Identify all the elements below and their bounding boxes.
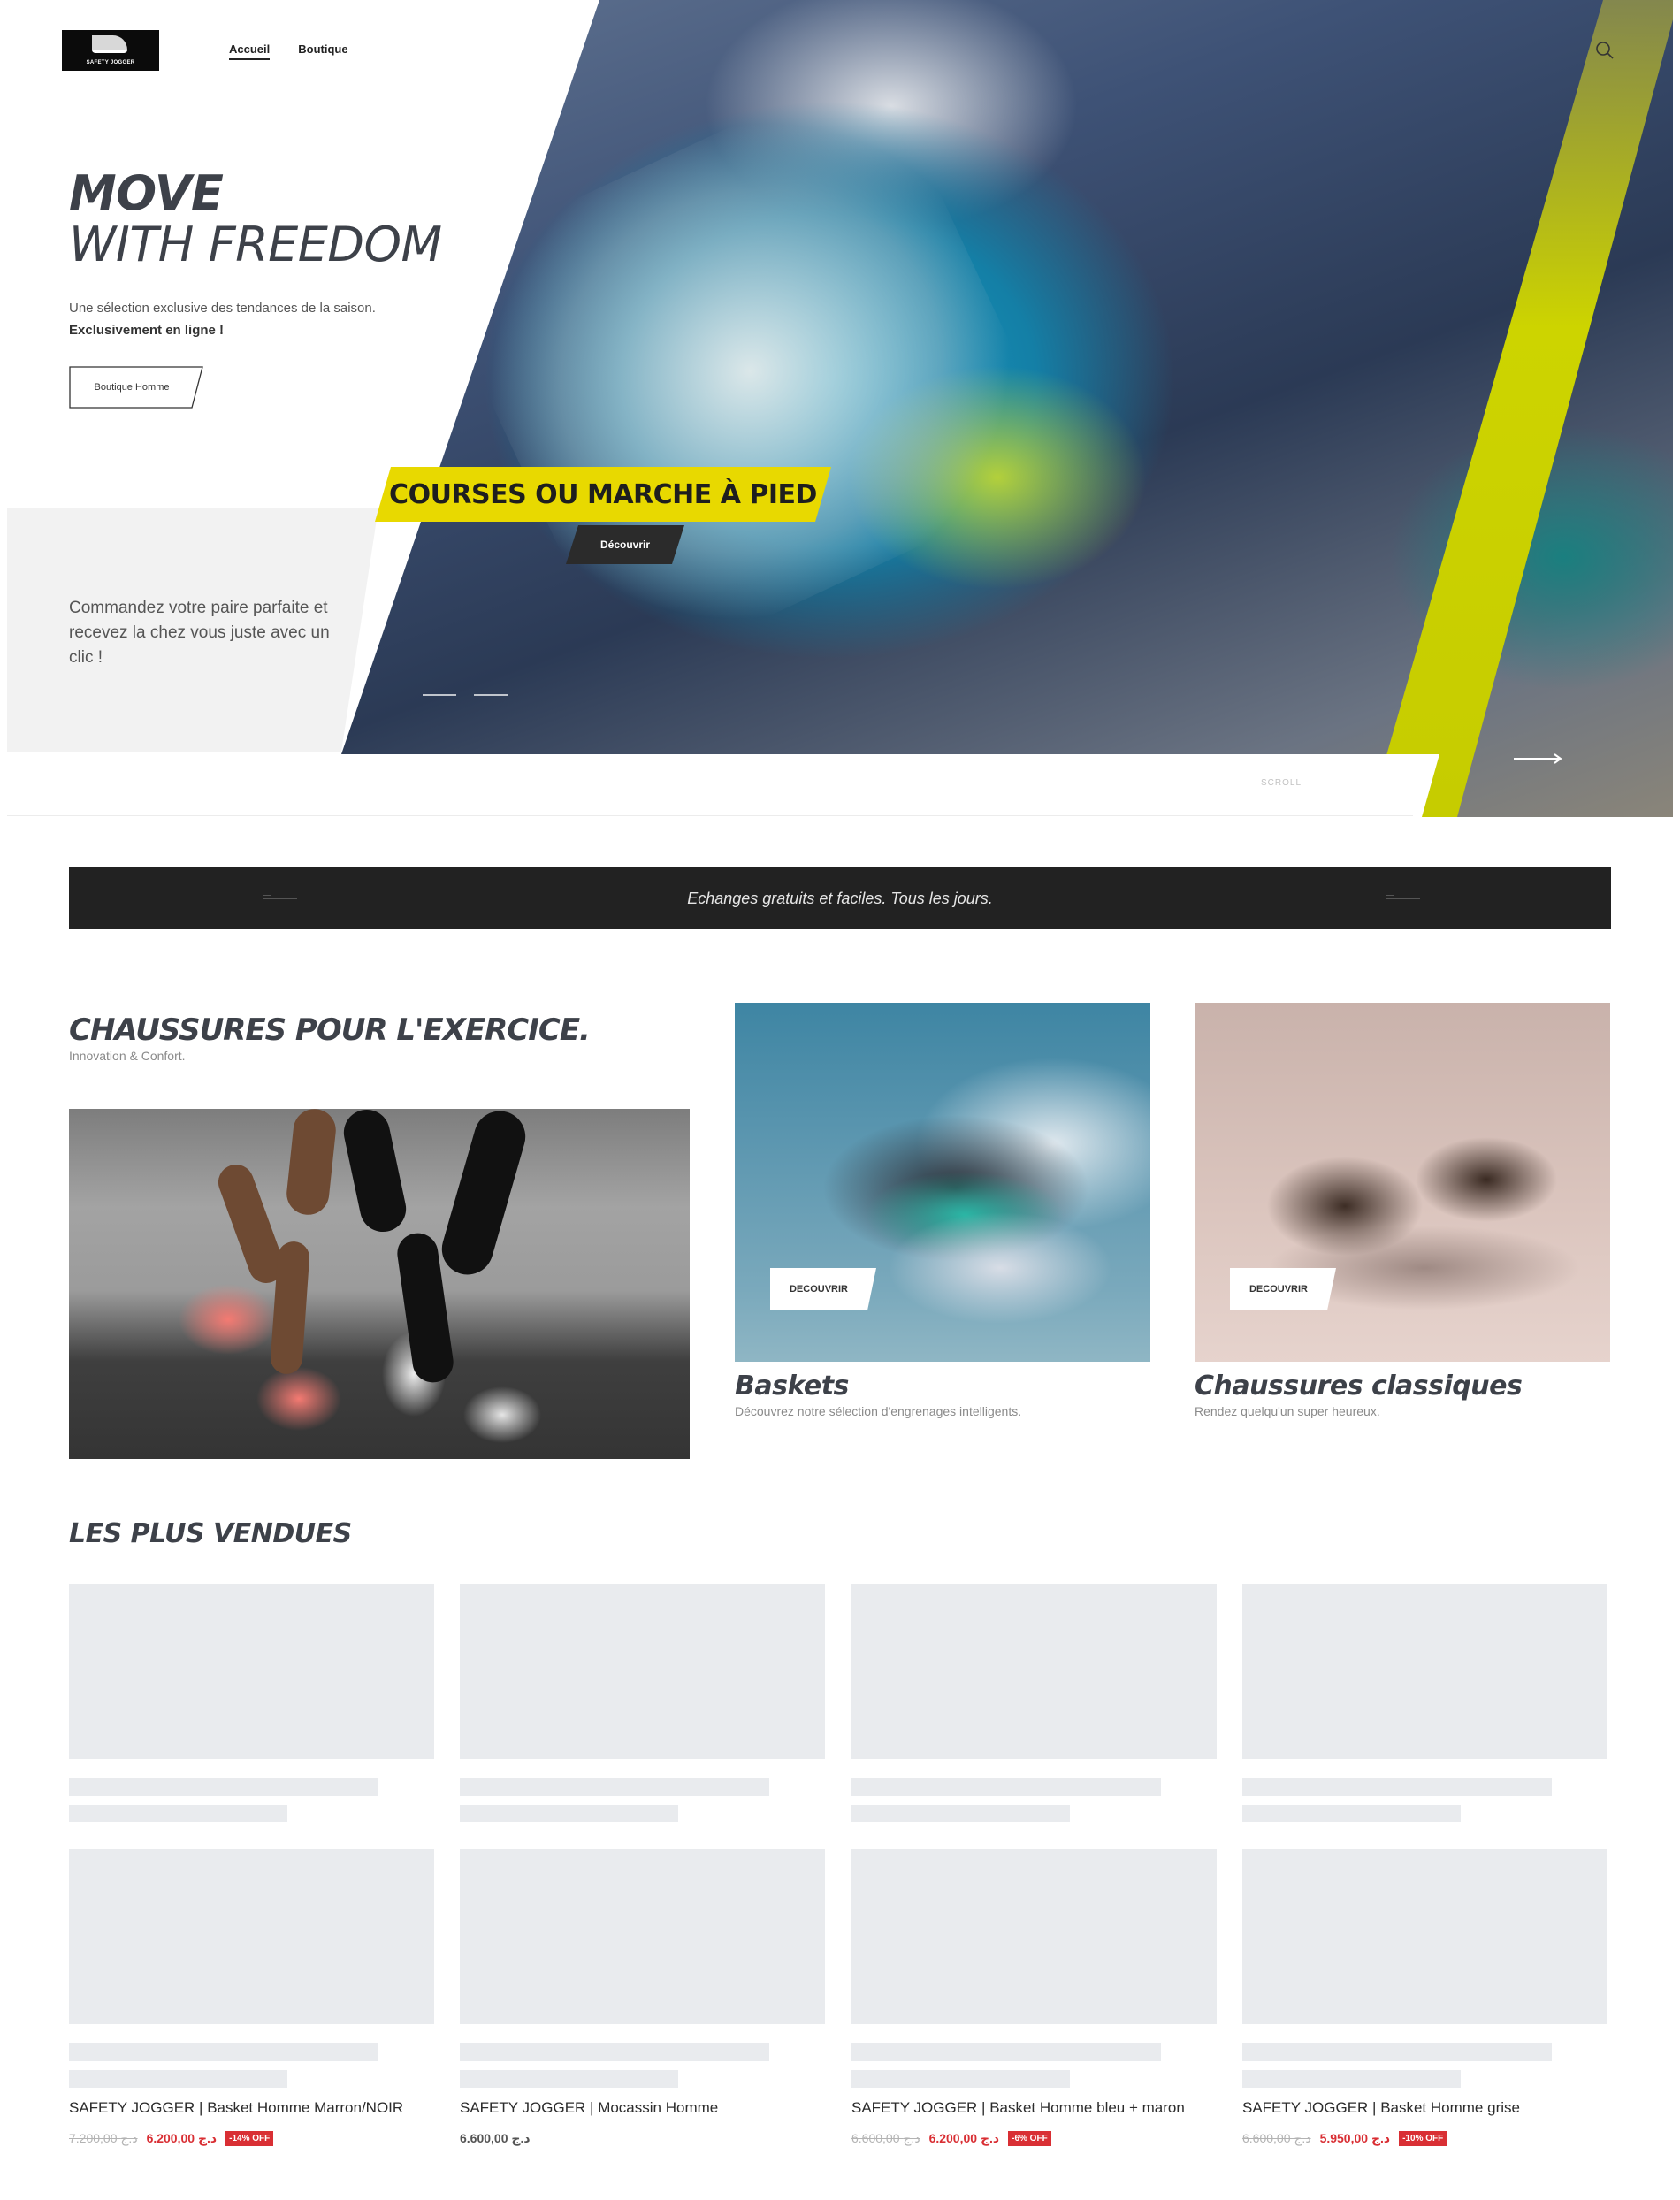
product-name[interactable]: SAFETY JOGGER | Basket Homme grise: [1242, 2099, 1520, 2117]
product-text-placeholder: [1242, 1778, 1552, 1796]
hero-title: MOVE WITH FREEDOM: [69, 165, 442, 273]
product-text-placeholder: [69, 1778, 378, 1796]
info-bar-text: Echanges gratuits et faciles. Tous les j…: [687, 889, 993, 907]
product-image-placeholder[interactable]: [460, 1849, 825, 2024]
product-price: 6.200,00 د.ج: [146, 2131, 218, 2145]
product-image-placeholder[interactable]: [69, 1849, 434, 2024]
hero-title-bold: MOVE: [69, 165, 224, 221]
product-text-placeholder: [851, 2043, 1161, 2061]
arrow-right-icon[interactable]: [1514, 753, 1563, 764]
product-text-placeholder: [69, 1805, 287, 1822]
runner-leg: [340, 1109, 410, 1236]
boutique-homme-label: Boutique Homme: [94, 382, 170, 393]
product-old-price: 6.600,00 د.ج: [851, 2131, 920, 2145]
product-price-row: 7.200,00 د.ج 6.200,00 د.ج -14% OFF: [69, 2131, 274, 2146]
product-old-price: 7.200,00 د.ج: [69, 2131, 138, 2145]
runner-leg: [284, 1109, 339, 1218]
info-bar: Echanges gratuits et faciles. Tous les j…: [69, 867, 1611, 929]
classiques-card-title[interactable]: Chaussures classiques: [1195, 1371, 1523, 1402]
product-price-row: 6.600,00 د.ج 5.950,00 د.ج -10% OFF: [1242, 2131, 1447, 2146]
product-text-placeholder: [1242, 1805, 1461, 1822]
hero-title-light: WITH FREEDOM: [69, 217, 442, 273]
product-image-placeholder[interactable]: [851, 1849, 1217, 2024]
hero-divider: [7, 815, 1413, 816]
product-text-placeholder: [460, 2070, 678, 2088]
logo-shoe-icon: [92, 35, 127, 53]
product-text-placeholder: [460, 1805, 678, 1822]
discount-badge: -10% OFF: [1399, 2131, 1447, 2146]
hero-description: Une sélection exclusive des tendances de…: [69, 297, 440, 341]
product-price: 5.950,00 د.ج: [1319, 2131, 1391, 2145]
decouvrir-slide-button[interactable]: Découvrir: [566, 525, 684, 564]
baskets-card-image[interactable]: DECOUVRIR: [735, 1003, 1150, 1362]
site-logo[interactable]: SAFETY JOGGER: [62, 30, 159, 71]
hero-section: [7, 0, 1673, 817]
classiques-card-image[interactable]: DECOUVRIR: [1195, 1003, 1610, 1362]
hero-promo-text: Commandez votre paire parfaite et receve…: [69, 599, 330, 667]
product-name[interactable]: SAFETY JOGGER | Mocassin Homme: [460, 2099, 718, 2117]
main-nav: Accueil Boutique: [229, 42, 348, 60]
info-prev-arrow-icon[interactable]: [263, 895, 297, 899]
product-image-placeholder: [69, 1584, 434, 1759]
product-price: 6.200,00 د.ج: [928, 2131, 1000, 2145]
slide-title: COURSES OU MARCHE À PIED: [389, 478, 817, 510]
product-price-row: 6.600,00 د.ج: [460, 2131, 531, 2146]
categories-title: CHAUSSURES POUR L'EXERCICE.: [69, 1012, 591, 1048]
product-text-placeholder: [1242, 2070, 1461, 2088]
baskets-decouvrir-button[interactable]: DECOUVRIR: [770, 1268, 876, 1310]
product-text-placeholder: [851, 1805, 1070, 1822]
product-image-placeholder: [1242, 1584, 1607, 1759]
discount-badge: -14% OFF: [225, 2131, 274, 2146]
product-text-placeholder: [460, 1778, 769, 1796]
baskets-card-subtitle: Découvrez notre sélection d'engrenages i…: [735, 1404, 1022, 1418]
search-icon[interactable]: [1595, 41, 1615, 60]
scroll-label: SCROLL: [1261, 778, 1302, 788]
slider-dot-1[interactable]: [423, 694, 456, 696]
categories-subtitle: Innovation & Confort.: [69, 1049, 186, 1063]
nav-item-accueil[interactable]: Accueil: [229, 42, 271, 60]
product-name[interactable]: SAFETY JOGGER | Basket Homme bleu + maro…: [851, 2099, 1185, 2117]
classiques-decouvrir-button[interactable]: DECOUVRIR: [1230, 1268, 1336, 1310]
best-sellers-title: LES PLUS VENDUES: [69, 1518, 352, 1549]
hero-bottom-band: [7, 754, 1439, 817]
info-next-arrow-icon[interactable]: [1386, 895, 1420, 899]
product-name[interactable]: SAFETY JOGGER | Basket Homme Marron/NOIR: [69, 2099, 403, 2117]
product-text-placeholder: [69, 2070, 287, 2088]
logo-text: SAFETY JOGGER: [86, 60, 135, 65]
product-text-placeholder: [69, 2043, 378, 2061]
product-text-placeholder: [460, 2043, 769, 2061]
slide-title-banner: COURSES OU MARCHE À PIED: [375, 467, 831, 522]
runner-leg: [435, 1109, 532, 1281]
product-text-placeholder: [851, 1778, 1161, 1796]
exercise-runners-image: [69, 1109, 690, 1459]
boutique-homme-button[interactable]: Boutique Homme: [69, 366, 203, 409]
product-price-row: 6.600,00 د.ج 6.200,00 د.ج -6% OFF: [851, 2131, 1051, 2146]
product-old-price: 6.600,00 د.ج: [1242, 2131, 1311, 2145]
product-price: 6.600,00 د.ج: [460, 2131, 531, 2145]
hero-description-strong: Exclusivement en ligne !: [69, 323, 225, 338]
discount-badge: -6% OFF: [1008, 2131, 1051, 2146]
baskets-card-title[interactable]: Baskets: [735, 1371, 849, 1402]
hero-description-text: Une sélection exclusive des tendances de…: [69, 301, 376, 316]
product-image-placeholder: [851, 1584, 1217, 1759]
product-image-placeholder[interactable]: [1242, 1849, 1607, 2024]
slider-dot-2[interactable]: [474, 694, 508, 696]
product-text-placeholder: [851, 2070, 1070, 2088]
product-image-placeholder: [460, 1584, 825, 1759]
product-text-placeholder: [1242, 2043, 1552, 2061]
nav-item-boutique[interactable]: Boutique: [298, 42, 347, 60]
classiques-card-subtitle: Rendez quelqu'un super heureux.: [1195, 1404, 1380, 1418]
